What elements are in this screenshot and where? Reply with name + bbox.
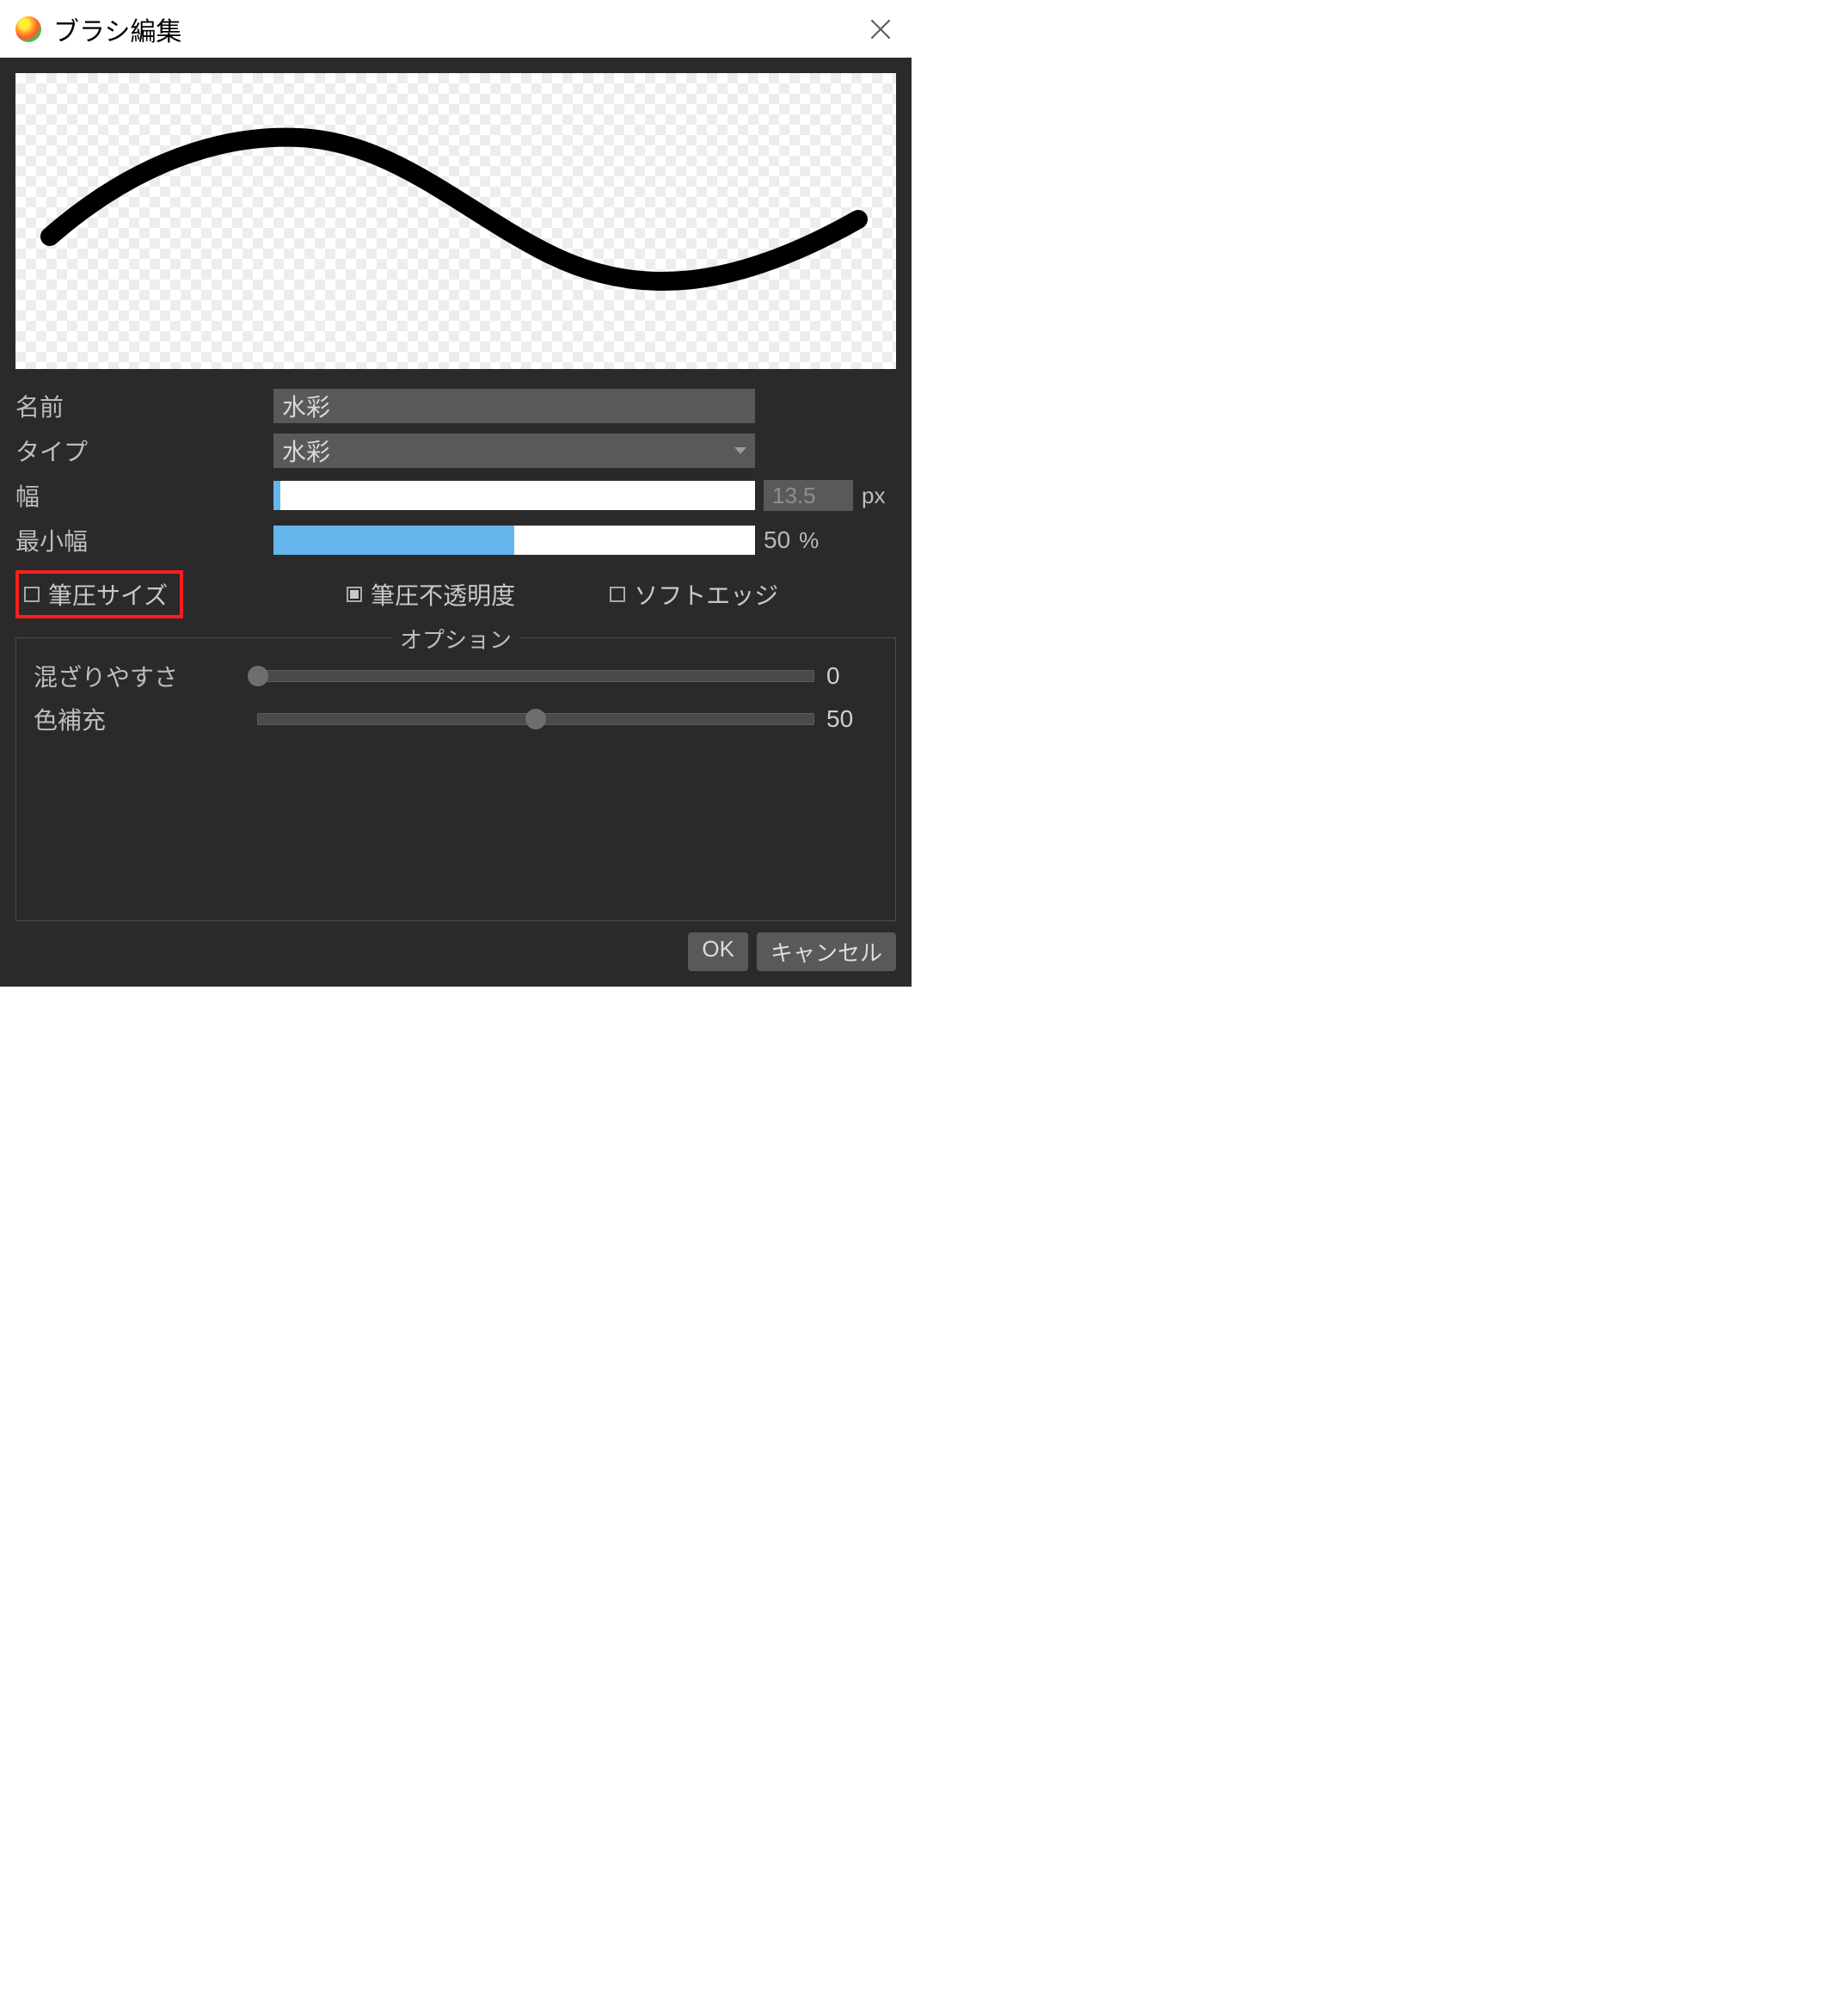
checkbox-icon <box>347 587 362 602</box>
check-pressure-opacity-label: 筆圧不透明度 <box>371 577 515 612</box>
brush-preview <box>15 73 896 369</box>
mix-value: 0 <box>826 662 878 690</box>
titlebar: ブラシ編集 <box>0 0 912 58</box>
name-field[interactable] <box>273 389 755 423</box>
window-title: ブラシ編集 <box>53 10 865 48</box>
check-row: 筆圧サイズ 筆圧不透明度 ソフトエッジ <box>15 570 896 618</box>
check-pressure-opacity[interactable]: 筆圧不透明度 <box>347 577 515 612</box>
row-mix: 混ざりやすさ 0 <box>34 659 878 693</box>
ok-button[interactable]: OK <box>688 932 748 971</box>
check-pressure-size[interactable]: 筆圧サイズ <box>24 577 168 612</box>
brush-stroke-preview <box>15 73 896 369</box>
check-soft-edge[interactable]: ソフトエッジ <box>610 577 778 612</box>
slider-thumb-icon <box>248 666 268 686</box>
footer: OK キャンセル <box>15 932 896 971</box>
type-select[interactable]: 水彩 <box>273 434 755 468</box>
label-min-width: 最小幅 <box>15 523 273 557</box>
label-mix: 混ざりやすさ <box>34 659 257 693</box>
row-min-width: 最小幅 50 % <box>15 522 896 558</box>
width-field[interactable] <box>764 480 853 511</box>
close-icon[interactable] <box>865 14 896 45</box>
chevron-down-icon <box>734 447 746 454</box>
min-width-slider-fill <box>273 526 514 555</box>
label-name: 名前 <box>15 389 273 423</box>
row-refill: 色補充 50 <box>34 702 878 736</box>
checkbox-icon <box>24 587 40 602</box>
check-pressure-size-label: 筆圧サイズ <box>48 577 168 612</box>
min-width-slider[interactable] <box>273 526 755 555</box>
row-width: 幅 px <box>15 477 896 514</box>
client-area: 名前 タイプ 水彩 幅 px <box>0 58 912 987</box>
min-width-unit: % <box>799 527 819 554</box>
width-unit: px <box>862 483 885 509</box>
refill-value: 50 <box>826 705 878 733</box>
refill-slider[interactable] <box>257 713 814 725</box>
highlight-pressure-size: 筆圧サイズ <box>15 570 183 618</box>
slider-thumb-icon <box>525 709 546 729</box>
row-name: 名前 <box>15 388 896 424</box>
brush-editor-window: ブラシ編集 名前 タイプ 水彩 幅 <box>0 0 912 987</box>
row-type: タイプ 水彩 <box>15 433 896 469</box>
label-width: 幅 <box>15 478 273 513</box>
cancel-button[interactable]: キャンセル <box>757 932 896 971</box>
options-group: オプション 混ざりやすさ 0 色補充 50 <box>15 637 896 921</box>
check-soft-edge-label: ソフトエッジ <box>634 577 778 612</box>
label-type: タイプ <box>15 434 273 468</box>
min-width-value: 50 <box>764 526 790 554</box>
app-icon <box>15 16 41 42</box>
label-refill: 色補充 <box>34 702 257 736</box>
options-legend: オプション <box>391 623 520 655</box>
width-slider[interactable] <box>273 481 755 510</box>
mix-slider[interactable] <box>257 670 814 682</box>
type-select-value: 水彩 <box>282 434 330 468</box>
width-slider-fill <box>273 481 280 510</box>
checkbox-icon <box>610 587 625 602</box>
